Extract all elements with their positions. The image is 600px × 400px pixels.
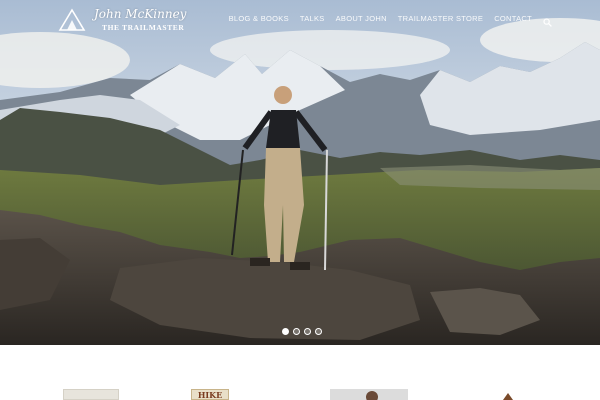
book-cover-title: HIKE xyxy=(197,390,223,400)
nav-item-blog-books[interactable]: BLOG & BOOKS xyxy=(229,14,289,23)
nav-item-about-john[interactable]: ABOUT JOHN xyxy=(336,14,387,23)
logo-tagline: THE TRAILMASTER xyxy=(102,23,185,32)
main-nav: BLOG & BOOKS TALKS ABOUT JOHN TRAILMASTE… xyxy=(229,14,552,27)
author-head xyxy=(366,391,378,400)
site-logo[interactable]: John McKinney THE TRAILMASTER xyxy=(58,8,186,32)
mountain-landscape-photo xyxy=(0,0,600,345)
slider-dot-2[interactable] xyxy=(293,328,300,335)
logo-name: John McKinney xyxy=(94,7,187,21)
mountain-icon xyxy=(503,393,513,400)
nav-item-contact[interactable]: CONTACT xyxy=(494,14,532,23)
nav-item-trailmaster-store[interactable]: TRAILMASTER STORE xyxy=(398,14,483,23)
slider-pagination xyxy=(282,328,322,335)
search-icon[interactable] xyxy=(543,14,552,27)
slider-dot-3[interactable] xyxy=(304,328,311,335)
mountain-icon xyxy=(58,8,86,31)
slider-dot-1[interactable] xyxy=(282,328,289,335)
book-cover-2[interactable]: HIKE xyxy=(191,389,229,400)
hero-slider: John McKinney THE TRAILMASTER BLOG & BOO… xyxy=(0,0,600,345)
featured-items: HIKE xyxy=(0,345,600,400)
nav-item-talks[interactable]: TALKS xyxy=(300,14,325,23)
book-cover-1[interactable] xyxy=(63,389,119,400)
slider-dot-4[interactable] xyxy=(315,328,322,335)
site-header: John McKinney THE TRAILMASTER BLOG & BOO… xyxy=(0,0,600,40)
author-photo[interactable] xyxy=(330,389,408,400)
